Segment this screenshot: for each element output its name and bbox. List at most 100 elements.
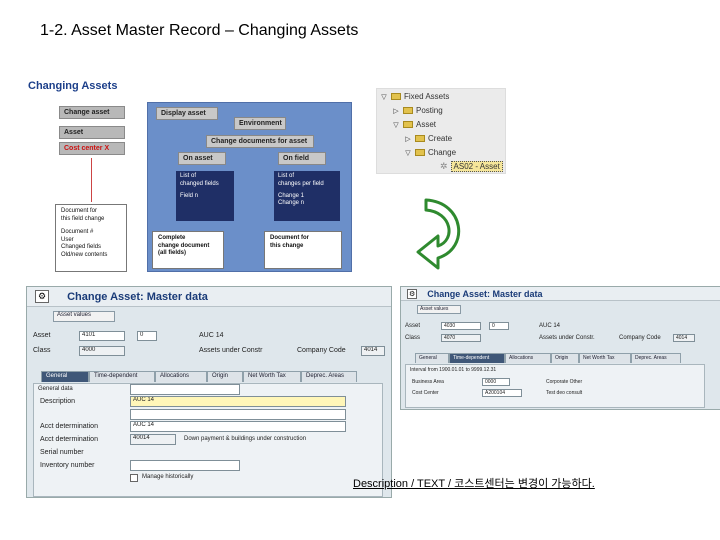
class-field: 4070 (441, 334, 481, 342)
tab-general[interactable]: General (41, 371, 89, 382)
tab-time-dependent[interactable]: Time-dependent (89, 371, 155, 382)
tree-item-as02[interactable]: ✲ AS02 - Asset (440, 161, 503, 172)
inventory-number-label: Inventory number (40, 462, 95, 469)
doc-line: Document for (61, 208, 98, 214)
list-line: Change n (278, 200, 305, 207)
tab-strip: General Time-dependent Allocations Origi… (415, 353, 681, 363)
asset-description: AUC 14 (539, 323, 561, 329)
tab-net-worth-tax[interactable]: Net Worth Tax (579, 353, 631, 363)
cost-center-description: Test deo consult (546, 390, 583, 396)
complete-change-document: Complete change document (all fields) (152, 231, 224, 269)
change-docs-box: Change documents for asset (206, 135, 314, 148)
company-code-field: 4014 (673, 334, 695, 342)
folder-icon (391, 93, 401, 100)
acct-text-field[interactable]: AUC 14 (130, 421, 346, 432)
list-line: changed fields (180, 180, 219, 187)
description-field[interactable]: AUC 14 (130, 396, 346, 407)
doc-line: Old/new contents (61, 251, 108, 258)
tab-strip: General Time-dependent Allocations Origi… (41, 371, 357, 382)
business-area-label: Business Area (412, 379, 444, 385)
tab-net-worth-tax[interactable]: Net Worth Tax (243, 371, 301, 382)
tab-deprec-areas[interactable]: Deprec. Areas (301, 371, 357, 382)
document-for-this-change: Document for this change (264, 231, 342, 269)
tree-item-posting[interactable]: ▷ Posting (392, 106, 442, 115)
change-asset-box: Change asset (59, 106, 125, 119)
asset-subnumber-field[interactable]: 0 (137, 331, 157, 341)
doc-line: (all fields) (158, 250, 187, 256)
company-code-label: Company Code (619, 335, 661, 341)
sap-menu-tree: ▽ Fixed Assets ▷ Posting ▽ Asset ▷ Creat… (376, 88, 506, 174)
tab-origin[interactable]: Origin (207, 371, 243, 382)
asset-label: Asset (33, 332, 51, 339)
serial-number-field[interactable] (130, 384, 240, 395)
expanded-icon: ▽ (393, 121, 399, 129)
cost-center-label: Cost Center (412, 390, 439, 396)
flow-line (91, 158, 92, 202)
description-field-2[interactable] (130, 409, 346, 420)
asset-box: Asset (59, 126, 125, 139)
tree-item-label: Fixed Assets (404, 92, 450, 101)
manage-historically-label: Manage historically (142, 474, 194, 480)
on-field-box: On field (278, 152, 326, 165)
doc-line: change document (158, 242, 210, 249)
list-line: Change 1 (278, 192, 305, 199)
asset-field[interactable]: 4101 (79, 331, 125, 341)
doc-line: Document # (61, 229, 94, 235)
cost-center-field[interactable]: A200104 (482, 389, 522, 397)
diagram-title: Changing Assets (28, 80, 118, 92)
manage-historically-checkbox[interactable] (130, 474, 138, 482)
tab-time-dependent[interactable]: Time-dependent (449, 353, 505, 363)
tab-origin[interactable]: Origin (551, 353, 579, 363)
title-bar: ⚙ Change Asset: Master data (401, 287, 720, 301)
tree-item-fixed-assets[interactable]: ▽ Fixed Assets (380, 92, 449, 101)
sap-window-left: ⚙ Change Asset: Master data Asset values… (26, 286, 392, 498)
slide-title: 1-2. Asset Master Record – Changing Asse… (40, 22, 359, 39)
tree-item-label: Asset (416, 120, 437, 129)
tab-general[interactable]: General (415, 353, 449, 363)
class-description: Assets under Constr. (539, 335, 595, 341)
acct-determination-label-2: Acct determination (40, 436, 98, 443)
display-asset-box: Display asset (156, 107, 218, 120)
tab-allocations[interactable]: Allocations (155, 371, 207, 382)
cost-center-box: Cost center X (59, 142, 125, 155)
tree-item-label: AS02 - Asset (450, 161, 503, 172)
title-bar: ⚙ Change Asset: Master data (27, 287, 391, 307)
tree-item-asset[interactable]: ▽ Asset (392, 120, 436, 129)
class-field: 4000 (79, 346, 125, 356)
tab-deprec-areas[interactable]: Deprec. Areas (631, 353, 681, 363)
sap-window-right: ⚙ Change Asset: Master data Asset values… (400, 286, 720, 410)
tree-item-label: Change (428, 148, 457, 157)
changed-fields-list: List of changed fields Field n (176, 171, 234, 221)
asset-values-button[interactable]: Asset values (53, 311, 115, 322)
window-title: Change Asset: Master data (427, 288, 543, 299)
tree-item-change[interactable]: ▽ Change (404, 148, 456, 157)
doc-line: this field change (61, 215, 105, 222)
list-line: changes per field (278, 180, 324, 187)
acct-determination-description: Down payment & buildings under construct… (184, 436, 307, 442)
expanded-icon: ▽ (381, 93, 387, 101)
asset-field[interactable]: 4030 (441, 322, 481, 330)
asset-values-button[interactable]: Asset values (417, 305, 461, 314)
transaction-icon: ✲ (440, 161, 448, 171)
acct-determination-field: 40014 (130, 434, 176, 445)
serial-number-label: Serial number (40, 449, 84, 456)
business-area-field[interactable]: 0000 (482, 378, 510, 386)
slide-caption: Description / TEXT / 코스트센터는 변경이 가능하다. (353, 478, 595, 490)
doc-line: Document for (270, 235, 309, 241)
group-label: General data (38, 386, 73, 392)
change-documents-panel: Display asset Environment Change documen… (147, 102, 352, 272)
folder-icon (403, 121, 413, 128)
window-title: Change Asset: Master data (67, 290, 208, 303)
folder-icon (403, 107, 413, 114)
company-code-field: 4014 (361, 346, 385, 356)
collapsed-icon: ▷ (405, 135, 411, 143)
list-line: Field n (180, 192, 199, 199)
time-dependent-group: Interval from 1900.01.01 to 9999.12.31 B… (405, 364, 705, 408)
interval-label: Interval from 1900.01.01 to 9999.12.31 (410, 367, 497, 373)
tab-allocations[interactable]: Allocations (505, 353, 551, 363)
tree-item-create[interactable]: ▷ Create (404, 134, 452, 143)
inventory-number-field[interactable] (130, 460, 240, 471)
class-label: Class (405, 335, 421, 341)
asset-subnumber-field[interactable]: 0 (489, 322, 509, 330)
list-line: List of (180, 173, 197, 179)
